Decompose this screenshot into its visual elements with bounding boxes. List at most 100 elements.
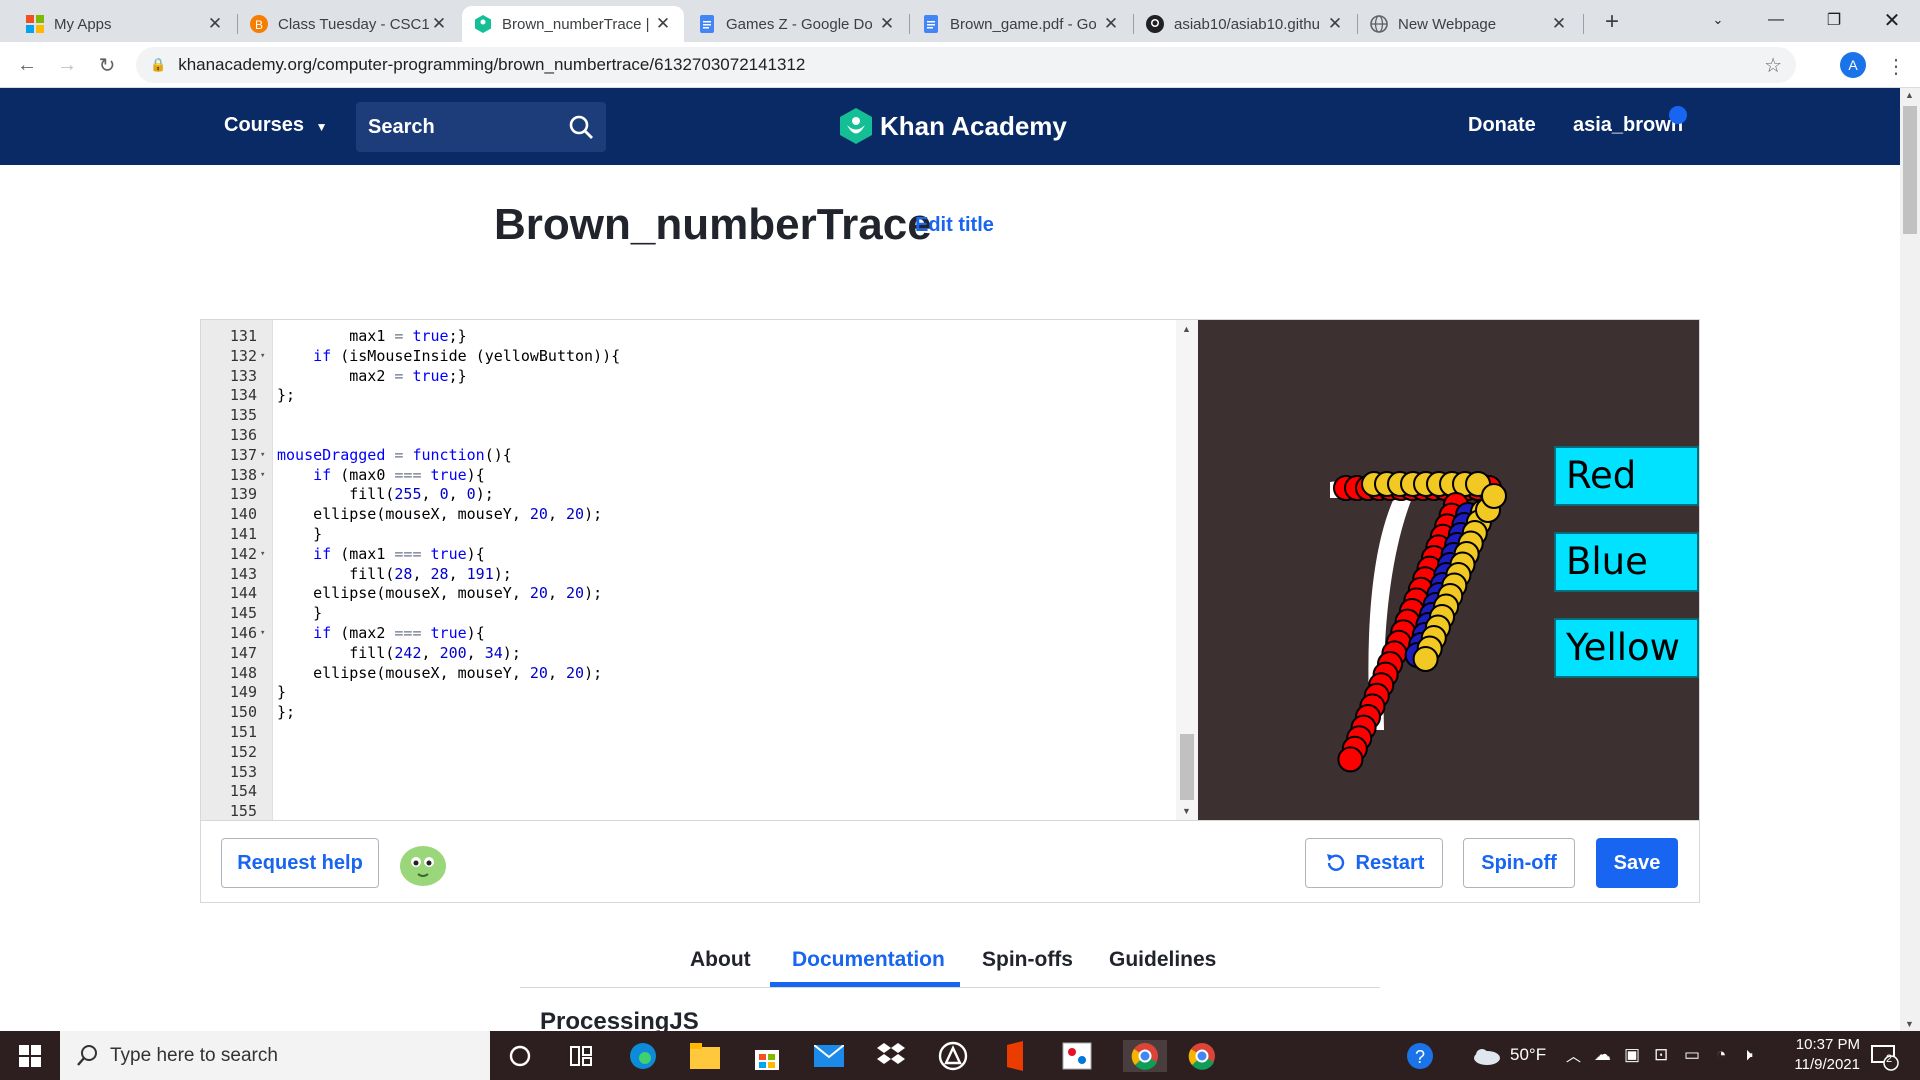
tab-about[interactable]: About (690, 948, 751, 972)
scroll-down-arrow-icon[interactable]: ▼ (1905, 1019, 1914, 1029)
cortana-icon[interactable] (504, 1040, 536, 1072)
yellow-color-button[interactable]: Yellow (1554, 618, 1699, 678)
search-icon[interactable] (568, 114, 594, 146)
weather-cloud-icon[interactable] (1470, 1040, 1502, 1072)
code-line[interactable]: 139 fill(255, 0, 0); (201, 484, 1161, 504)
bookmark-star-icon[interactable]: ☆ (1764, 53, 1782, 78)
close-window-button[interactable]: ✕ (1864, 0, 1920, 40)
fold-toggle-icon[interactable]: ▾ (260, 445, 265, 465)
dropbox-icon[interactable] (875, 1040, 907, 1072)
save-button[interactable]: Save (1596, 838, 1678, 888)
scroll-down-arrow-icon[interactable]: ▼ (1182, 806, 1191, 816)
close-tab-icon[interactable]: ✕ (430, 14, 448, 34)
browser-tab-class-tuesday[interactable]: B Class Tuesday - CSC1( ✕ (238, 6, 460, 42)
code-line[interactable]: 145 } (201, 603, 1161, 623)
code-line[interactable]: 144 ellipse(mouseX, mouseY, 20, 20); (201, 583, 1161, 603)
red-color-button[interactable]: Red (1554, 446, 1699, 506)
office-icon[interactable] (999, 1040, 1031, 1072)
tab-search-chevron-icon[interactable]: ⌄ (1690, 0, 1746, 40)
wifi-icon[interactable]: ◔ (1716, 1045, 1726, 1065)
khan-academy-logo[interactable]: Khan Academy (840, 108, 1067, 144)
code-line[interactable]: 149} (201, 682, 1161, 702)
close-tab-icon[interactable]: ✕ (878, 14, 896, 34)
program-output-canvas[interactable]: Red Blue Yellow (1198, 320, 1699, 820)
edit-title-link[interactable]: Edit title (915, 214, 994, 237)
address-bar[interactable]: 🔒 khanacademy.org/computer-programming/b… (136, 47, 1796, 83)
close-tab-icon[interactable]: ✕ (1102, 14, 1120, 34)
notification-center-icon[interactable]: 2 (1868, 1040, 1900, 1072)
code-line[interactable]: 155 (201, 801, 1161, 821)
close-tab-icon[interactable]: ✕ (1326, 14, 1344, 34)
browser-tab-brown-numbertrace[interactable]: Brown_numberTrace | ✕ (462, 6, 684, 42)
chrome-taskbar-icon[interactable] (1186, 1040, 1218, 1072)
close-tab-icon[interactable]: ✕ (206, 14, 224, 34)
site-search-input[interactable]: Search (356, 102, 606, 152)
weather-temp[interactable]: 50°F (1510, 1045, 1546, 1065)
tab-guidelines[interactable]: Guidelines (1109, 948, 1216, 972)
fold-toggle-icon[interactable]: ▾ (260, 346, 265, 366)
code-line[interactable]: 146 ▾ if (max2 === true){ (201, 623, 1161, 643)
task-view-icon[interactable] (565, 1040, 597, 1072)
fold-toggle-icon[interactable]: ▾ (260, 623, 265, 643)
taskbar-search-input[interactable]: Type here to search (60, 1031, 490, 1080)
courses-menu[interactable]: Courses ▼ (224, 114, 327, 137)
code-scrollbar[interactable]: ▲ ▼ (1176, 320, 1198, 820)
app-circle-icon[interactable] (937, 1040, 969, 1072)
code-line[interactable]: 152 (201, 742, 1161, 762)
paint-app-icon[interactable] (1061, 1040, 1093, 1072)
donate-link[interactable]: Donate (1468, 114, 1536, 137)
reload-button[interactable]: ↻ (92, 50, 122, 80)
browser-tab-games-z[interactable]: Games Z - Google Do ✕ (686, 6, 908, 42)
minimize-button[interactable]: — (1748, 0, 1804, 40)
network-icon[interactable]: ⊡ (1654, 1045, 1668, 1065)
new-tab-button[interactable]: + (1598, 8, 1626, 36)
microsoft-store-icon[interactable] (751, 1040, 783, 1072)
code-line[interactable]: 137 ▾ mouseDragged = function(){ (201, 445, 1161, 465)
browser-tab-new-webpage[interactable]: New Webpage ✕ (1358, 6, 1580, 42)
code-line[interactable]: 133 max2 = true;} (201, 366, 1161, 386)
code-line[interactable]: 134}; (201, 385, 1161, 405)
system-clock[interactable]: 10:37 PM 11/9/2021 (1760, 1035, 1860, 1075)
code-line[interactable]: 143 fill(28, 28, 191); (201, 564, 1161, 584)
spin-off-button[interactable]: Spin-off (1463, 838, 1575, 888)
code-line[interactable]: 131 max1 = true;} (201, 326, 1161, 346)
code-line[interactable]: 154 (201, 781, 1161, 801)
code-line[interactable]: 136 (201, 425, 1161, 445)
code-line[interactable]: 151 (201, 722, 1161, 742)
code-line[interactable]: 135 (201, 405, 1161, 425)
code-line[interactable]: 138 ▾ if (max0 === true){ (201, 465, 1161, 485)
code-editor[interactable]: 131 max1 = true;} 132 ▾ if (isMouseInside … (201, 320, 1198, 820)
code-line[interactable]: 147 fill(242, 200, 34); (201, 643, 1161, 663)
chrome-menu-icon[interactable]: ⋮ (1886, 54, 1906, 79)
onedrive-icon[interactable]: ☁ (1594, 1045, 1611, 1065)
code-line[interactable]: 142 ▾ if (max1 === true){ (201, 544, 1161, 564)
code-line[interactable]: 153 (201, 762, 1161, 782)
code-line[interactable]: 141 } (201, 524, 1161, 544)
request-help-button[interactable]: Request help (221, 838, 379, 888)
user-menu[interactable]: asia_brown (1573, 114, 1683, 137)
windows-start-icon[interactable] (14, 1040, 46, 1072)
tab-documentation[interactable]: Documentation (792, 948, 945, 972)
meet-now-icon[interactable]: ▣ (1624, 1045, 1640, 1065)
forward-button[interactable]: → (52, 50, 82, 80)
profile-avatar[interactable]: A (1840, 52, 1866, 78)
volume-muted-icon[interactable]: 🕨 (1742, 1045, 1753, 1065)
browser-tab-my-apps[interactable]: My Apps ✕ (14, 6, 236, 42)
code-scroll-thumb[interactable] (1180, 734, 1194, 800)
browser-tab-github[interactable]: asiab10/asiab10.githu ✕ (1134, 6, 1356, 42)
help-icon[interactable]: ? (1404, 1040, 1436, 1072)
code-line[interactable]: 132 ▾ if (isMouseInside (yellowButton)){ (201, 346, 1161, 366)
tab-spin-offs[interactable]: Spin-offs (982, 948, 1073, 972)
code-line[interactable]: 148 ellipse(mouseX, mouseY, 20, 20); (201, 663, 1161, 683)
mail-icon[interactable] (813, 1040, 845, 1072)
edge-icon[interactable] (627, 1040, 659, 1072)
restart-button[interactable]: Restart (1305, 838, 1443, 888)
file-explorer-icon[interactable] (689, 1040, 721, 1072)
back-button[interactable]: ← (12, 50, 42, 80)
close-tab-icon[interactable]: ✕ (1550, 14, 1568, 34)
chrome-taskbar-icon-active[interactable] (1123, 1040, 1167, 1072)
show-hidden-icons-chevron[interactable]: ︿ (1566, 1045, 1581, 1066)
page-scrollbar[interactable]: ▲ ▼ (1900, 88, 1920, 1031)
lock-icon[interactable]: 🔒 (150, 57, 166, 73)
fold-toggle-icon[interactable]: ▾ (260, 544, 265, 564)
